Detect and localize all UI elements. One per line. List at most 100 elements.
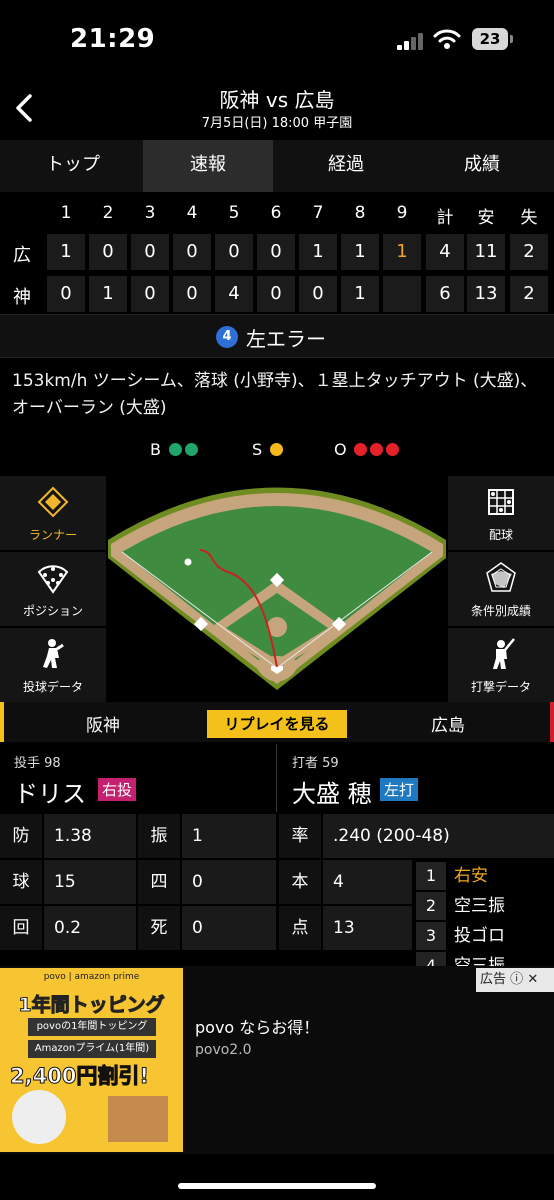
position-icon [0,560,106,596]
split-stats-button[interactable]: 条件別成績 [448,552,554,626]
batter-name[interactable]: 大盛 穂 [292,774,372,809]
ad-mascot-icon [12,1090,66,1144]
runner-button[interactable]: ランナー [0,476,106,550]
ball-dot [185,443,198,456]
score-cell: 1 [383,234,421,270]
team-abbrev: 神 [13,287,31,308]
nav-header: 阪神 vs 広島 7月5日(日) 18:00 甲子園 [0,80,554,138]
pitcher-stat-value: 0 [182,860,276,904]
pitcher-stat-value: 0 [182,906,276,950]
ad-label[interactable]: 広告 ⓘ ✕ [476,968,554,992]
batter-hand-badge: 左打 [380,778,419,801]
player-matchup: 投手 98 ドリス 右投 打者 59 大盛 穂 左打 [0,744,554,812]
pitcher-stat-key: 球 [0,860,42,904]
pitcher-stat-key: 回 [0,906,42,950]
ad-line2: Amazonプライム(1年間) [28,1040,156,1058]
status-bar: 21:29 23 [0,0,554,80]
ad-box-icon [108,1096,168,1142]
pitcher-stat-key: 死 [138,906,180,950]
tab-live[interactable]: 速報 [143,140,273,192]
home-indicator[interactable] [178,1183,376,1189]
tab-bar: トップ 速報 経過 成績 [0,140,554,192]
signal-icon [397,32,425,50]
score-cell: 1 [89,276,127,312]
replay-button[interactable]: リプレイを見る [207,710,347,738]
stats-panel: 防 1.38 振 1 球 15 四 0 回 0.2 死 0 率 .240 (200-48) 本 4 点 13 1 右安… [0,814,554,966]
ad-creative[interactable]: povo | amazon prime 1年間トッピング povoの1年間トッピ… [0,968,183,1152]
score-cell: 13 [467,276,505,312]
score-cell: 2 [510,276,548,312]
pitcher-stat-value: 15 [44,860,136,904]
at-bat-row[interactable]: 1 右安 [416,862,554,890]
score-cell: 0 [47,276,85,312]
pitch-chart-label: 配球 [488,528,513,542]
home-team-label[interactable]: 阪神 [86,711,120,736]
tab-top[interactable]: トップ [8,140,138,192]
play-title: 左エラー [246,327,326,351]
pitch-chart-button[interactable]: 配球 [448,476,554,550]
score-cell: 4 [215,276,253,312]
score-header: 2 [102,203,114,223]
team-abbrev: 広 [13,245,31,266]
close-icon[interactable]: ✕ [527,972,538,987]
batter-stat-key: 本 [279,860,321,904]
pitcher-stat-value: 1.38 [44,814,136,858]
wifi-icon [433,28,461,54]
score-header: 9 [396,203,408,223]
pitching-data-label: 投球データ [22,680,83,694]
at-bat-result: 右安 [454,866,488,886]
score-cell: 0 [257,276,295,312]
status-time: 21:29 [70,24,156,54]
score-header: 3 [144,203,156,223]
team-bar: 阪神 リプレイを見る 広島 [0,702,554,742]
score-cell: 0 [89,234,127,270]
pitcher-name[interactable]: ドリス [14,774,86,809]
score-header: 失 [520,208,538,228]
ad-advertiser: povo2.0 [195,1042,252,1058]
tab-stats[interactable]: 成績 [417,140,547,192]
home-team-accent [0,702,4,742]
scoreboard: 1 2 3 4 5 6 7 8 9 計安失広 1 0 0 0 0 0 1 1 1 4 11 2 神 0 1 0 0 4 0 0 1 6 13 2 [0,196,554,314]
at-bat-number: 3 [416,922,446,950]
position-button[interactable]: ポジション [0,552,106,626]
out-dot [370,443,383,456]
score-header: 7 [312,203,324,223]
at-bat-row[interactable]: 3 投ゴロ [416,922,554,950]
ad-banner[interactable]: povo | amazon prime 1年間トッピング povoの1年間トッピ… [0,966,554,1154]
at-bat-row[interactable]: 4 空三振 [416,952,554,966]
at-bat-result: 空三振 [454,896,505,916]
ad-headline[interactable]: povo ならお得！ [195,1014,319,1038]
game-date-venue: 7月5日(日) 18:00 甲子園 [201,116,353,131]
pitching-data-button[interactable]: 投球データ [0,628,106,702]
batter-stat-value: 4 [323,860,412,904]
batting-data-button[interactable]: 打撃データ [448,628,554,702]
score-header: 6 [270,203,282,223]
play-number-badge: 4 [216,326,238,348]
score-header: 4 [186,203,198,223]
at-bat-number: 1 [416,862,446,890]
battery-icon: 23 [472,28,508,50]
ad-brands: povo | amazon prime [43,972,140,982]
ball-dot [169,443,182,456]
score-cell: 2 [510,234,548,270]
runner-label: ランナー [28,528,77,542]
pitcher-stat-key: 四 [138,860,180,904]
batter-stat-key: 率 [279,814,321,858]
ad-info-icon[interactable]: ⓘ [510,972,523,987]
position-label: ポジション [22,604,83,618]
away-team-label[interactable]: 広島 [431,711,465,736]
score-header: 8 [354,203,366,223]
score-cell: 0 [299,276,337,312]
ad-tag-text: 広告 [480,972,507,987]
pitcher-icon [0,636,106,672]
ad-big-text: 1年間トッピング [18,994,165,1017]
score-cell: 0 [257,234,295,270]
batter-icon [448,636,554,672]
at-bat-row[interactable]: 2 空三振 [416,892,554,920]
batter-role: 打者 59 [292,756,339,771]
tab-progress[interactable]: 経過 [281,140,411,192]
pitch-grid-icon [448,484,554,520]
score-cell: 0 [173,234,211,270]
score-cell: 1 [341,276,379,312]
batter-stat-value: .240 (200-48) [323,814,554,858]
